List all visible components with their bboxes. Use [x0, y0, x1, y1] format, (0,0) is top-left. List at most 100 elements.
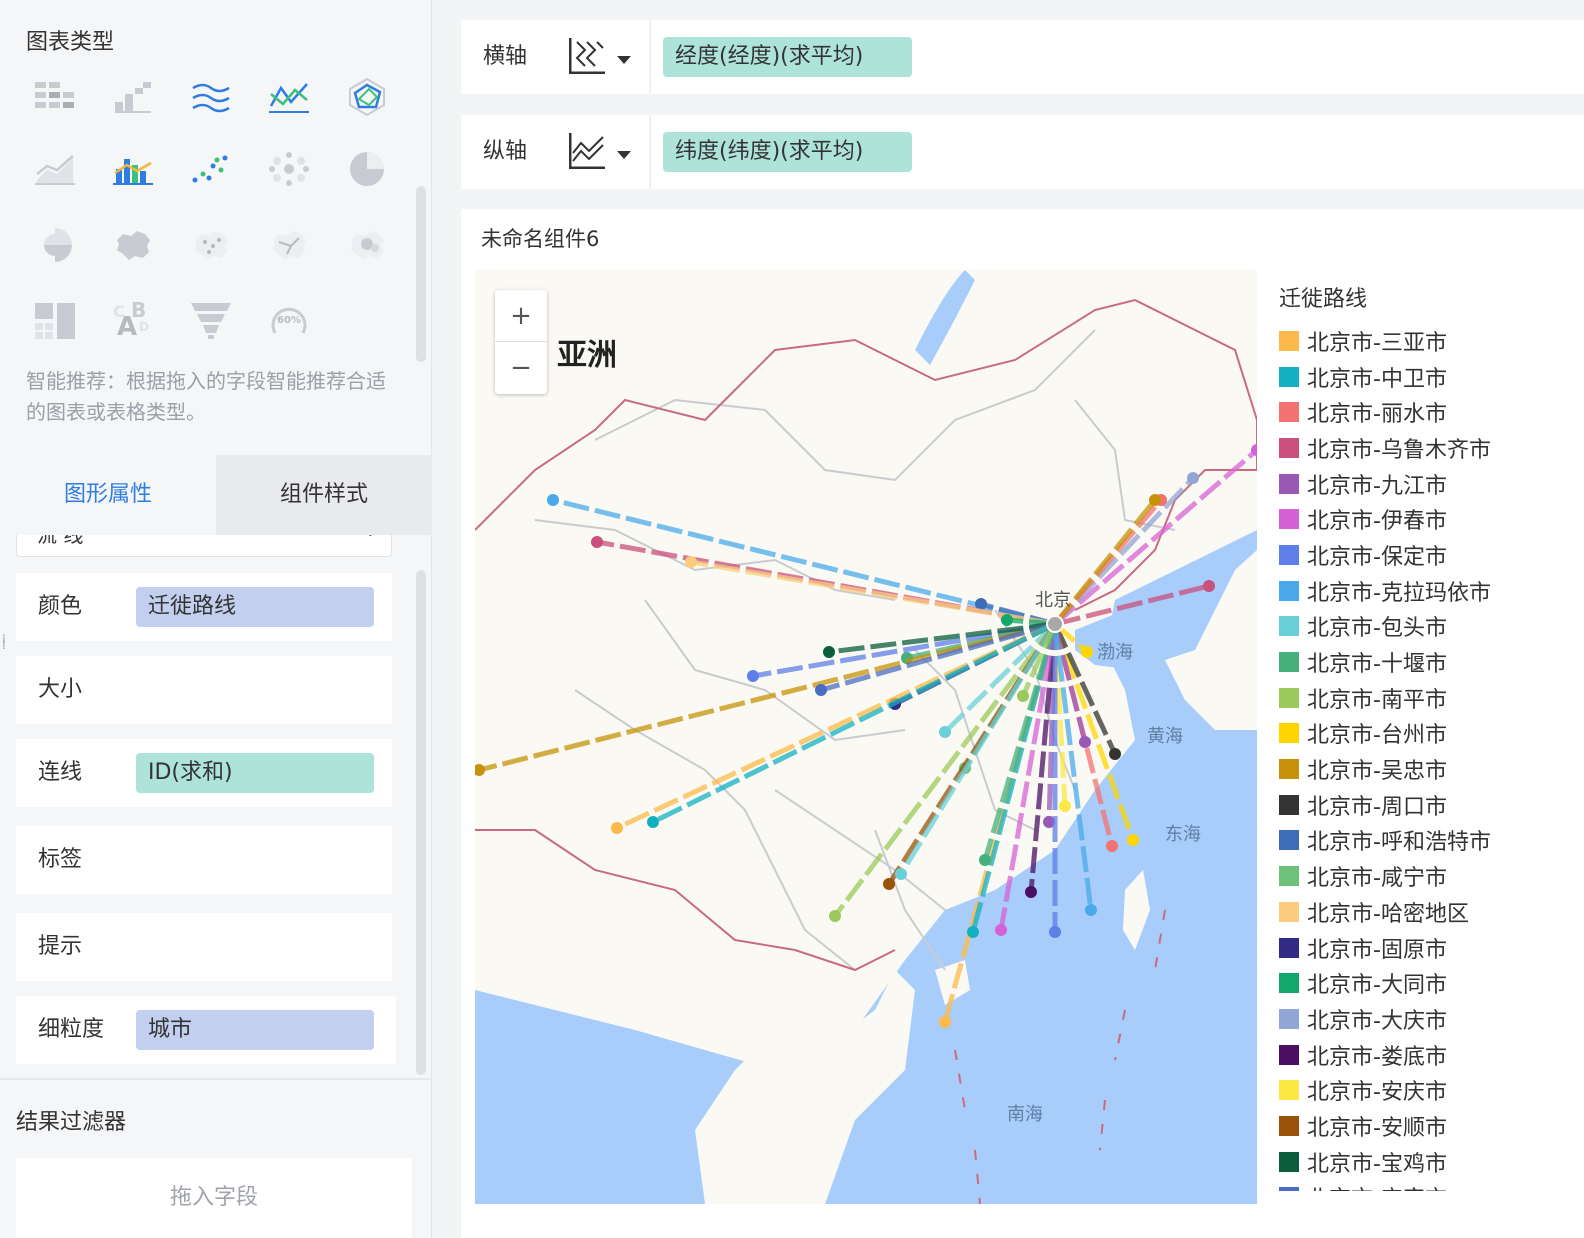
combo-chart-icon[interactable] [98, 138, 168, 200]
legend-item[interactable]: 北京市-咸宁市 [1279, 858, 1579, 894]
chart-type-scrollbar[interactable] [414, 80, 428, 362]
zoom-control: + − [495, 290, 547, 394]
color-property[interactable]: 颜色 迁徙路线 [16, 573, 392, 641]
scrollbar-thumb[interactable] [416, 570, 426, 1075]
legend-swatch [1279, 1151, 1299, 1172]
drag-handle-icon[interactable]: ⁞ ⁞ [2, 633, 6, 651]
gauge-chart-icon[interactable]: 60% [254, 290, 324, 352]
legend-item[interactable]: 北京市-吴忠市 [1279, 751, 1579, 787]
wave-line-chart-icon[interactable] [176, 66, 246, 128]
legend-label: 北京市-咸宁市 [1307, 866, 1447, 892]
legend-label: 北京市-丽水市 [1307, 402, 1447, 428]
label-label: 标签 [38, 847, 83, 872]
flow-map-icon[interactable] [254, 214, 324, 276]
legend-item[interactable]: 北京市-宜宾市 [1279, 1180, 1579, 1191]
flow-map[interactable]: + − 亚洲 北京 渤海 黄海 东海 南海 [475, 270, 1257, 1204]
color-field-pill[interactable]: 迁徙路线 [136, 587, 374, 627]
line-type-select[interactable]: 流 线 ⌄ [16, 535, 392, 557]
zoom-in-button[interactable]: + [495, 290, 547, 342]
y-axis-dropdown-caret[interactable] [617, 151, 631, 159]
legend-item[interactable]: 北京市-十堰市 [1279, 644, 1579, 680]
scatter-chart-icon[interactable] [176, 138, 246, 200]
step-chart-icon[interactable] [98, 66, 168, 128]
legend-swatch [1279, 901, 1299, 922]
flow-line [690, 559, 1056, 627]
filter-drop-zone[interactable]: 拖入字段 [16, 1158, 412, 1238]
destination-point [883, 878, 895, 890]
legend-label: 北京市-包头市 [1307, 616, 1447, 642]
point-map-icon[interactable] [176, 214, 246, 276]
x-axis-dropdown-caret[interactable] [617, 56, 631, 64]
legend-item[interactable]: 北京市-克拉玛依市 [1279, 573, 1579, 609]
legend-item[interactable]: 北京市-台州市 [1279, 716, 1579, 752]
chart-type-title: 图表类型 [26, 30, 115, 55]
pie-chart-icon[interactable] [332, 138, 402, 200]
legend-swatch [1279, 330, 1299, 351]
word-cloud-icon[interactable]: C B A D [98, 290, 168, 352]
destination-point [1187, 472, 1199, 484]
y-axis-label: 纵轴 [483, 139, 528, 164]
legend-item[interactable]: 北京市-伊春市 [1279, 501, 1579, 537]
destination-point [823, 646, 835, 658]
property-list: 流 线 ⌄ 颜色 迁徙路线 大小 连线 ID(求和) 标签 提示 细粒度 城市 [0, 535, 432, 1080]
radar-chart-icon[interactable] [332, 66, 402, 128]
legend-item[interactable]: 北京市-乌鲁木齐市 [1279, 430, 1579, 466]
x-axis-label: 横轴 [483, 44, 528, 69]
granularity-property[interactable]: 细粒度 城市 [16, 996, 396, 1064]
legend-item[interactable]: 北京市-哈密地区 [1279, 894, 1579, 930]
legend-item[interactable]: 北京市-安顺市 [1279, 1108, 1579, 1144]
legend-item[interactable]: 北京市-安庆市 [1279, 1072, 1579, 1108]
label-property[interactable]: 标签 [16, 826, 392, 894]
legend-item[interactable]: 北京市-南平市 [1279, 680, 1579, 716]
dashboard-icon[interactable] [20, 290, 90, 352]
y-axis-field-pill[interactable]: 纬度(纬度)(求平均) [663, 132, 912, 172]
destination-point [1001, 614, 1013, 626]
legend-item[interactable]: 北京市-呼和浩特市 [1279, 823, 1579, 859]
region-map-icon[interactable] [98, 214, 168, 276]
legend-swatch [1279, 544, 1299, 565]
legend-item[interactable]: 北京市-周口市 [1279, 787, 1579, 823]
scrollbar-thumb[interactable] [416, 186, 426, 362]
legend-item[interactable]: 北京市-三亚市 [1279, 323, 1579, 359]
legend-label: 北京市-保定市 [1307, 544, 1447, 570]
cross-table-chart-icon[interactable] [20, 66, 90, 128]
tooltip-property[interactable]: 提示 [16, 913, 392, 981]
legend-item[interactable]: 北京市-包头市 [1279, 609, 1579, 645]
component-canvas: 未命名组件6 + − 亚洲 北京 渤海 黄海 东海 南海 迁徙路线 北京市-三亚… [461, 209, 1584, 1238]
legend-item[interactable]: 北京市-丽水市 [1279, 394, 1579, 430]
legend-label: 北京市-宝鸡市 [1307, 1151, 1447, 1177]
legend-label: 北京市-九江市 [1307, 473, 1447, 499]
legend-label: 北京市-安顺市 [1307, 1115, 1447, 1141]
size-property[interactable]: 大小 [16, 656, 392, 724]
granularity-field-pill[interactable]: 城市 [136, 1010, 374, 1050]
tab-graphic-properties[interactable]: 图形属性 [0, 455, 216, 535]
destination-point [1049, 926, 1061, 938]
legend-item[interactable]: 北京市-中卫市 [1279, 359, 1579, 395]
destination-point [967, 926, 979, 938]
legend-item[interactable]: 北京市-固原市 [1279, 930, 1579, 966]
x-axis-type-icon[interactable] [567, 36, 607, 76]
y-axis-type-icon[interactable] [567, 131, 607, 171]
zoom-out-button[interactable]: − [495, 342, 547, 394]
property-scrollbar[interactable] [414, 540, 428, 1075]
connect-line-property[interactable]: 连线 ID(求和) [16, 739, 392, 807]
connect-line-field-pill[interactable]: ID(求和) [136, 753, 374, 793]
legend-label: 北京市-周口市 [1307, 794, 1447, 820]
x-axis-field-pill[interactable]: 经度(经度)(求平均) [663, 37, 912, 77]
legend-item[interactable]: 北京市-宝鸡市 [1279, 1144, 1579, 1180]
legend-item[interactable]: 北京市-大同市 [1279, 965, 1579, 1001]
legend-title: 迁徙路线 [1279, 287, 1368, 312]
legend-item[interactable]: 北京市-娄底市 [1279, 1037, 1579, 1073]
multi-line-chart-icon[interactable] [254, 66, 324, 128]
legend-item[interactable]: 北京市-九江市 [1279, 466, 1579, 502]
heat-map-icon[interactable] [332, 214, 402, 276]
rose-chart-icon[interactable] [20, 214, 90, 276]
destination-point [895, 868, 907, 880]
area-chart-icon[interactable] [20, 138, 90, 200]
tab-component-style[interactable]: 组件样式 [216, 455, 432, 535]
bubble-chart-icon[interactable] [254, 138, 324, 200]
funnel-chart-icon[interactable] [176, 290, 246, 352]
destination-point [591, 536, 603, 548]
legend-item[interactable]: 北京市-大庆市 [1279, 1001, 1579, 1037]
legend-item[interactable]: 北京市-保定市 [1279, 537, 1579, 573]
